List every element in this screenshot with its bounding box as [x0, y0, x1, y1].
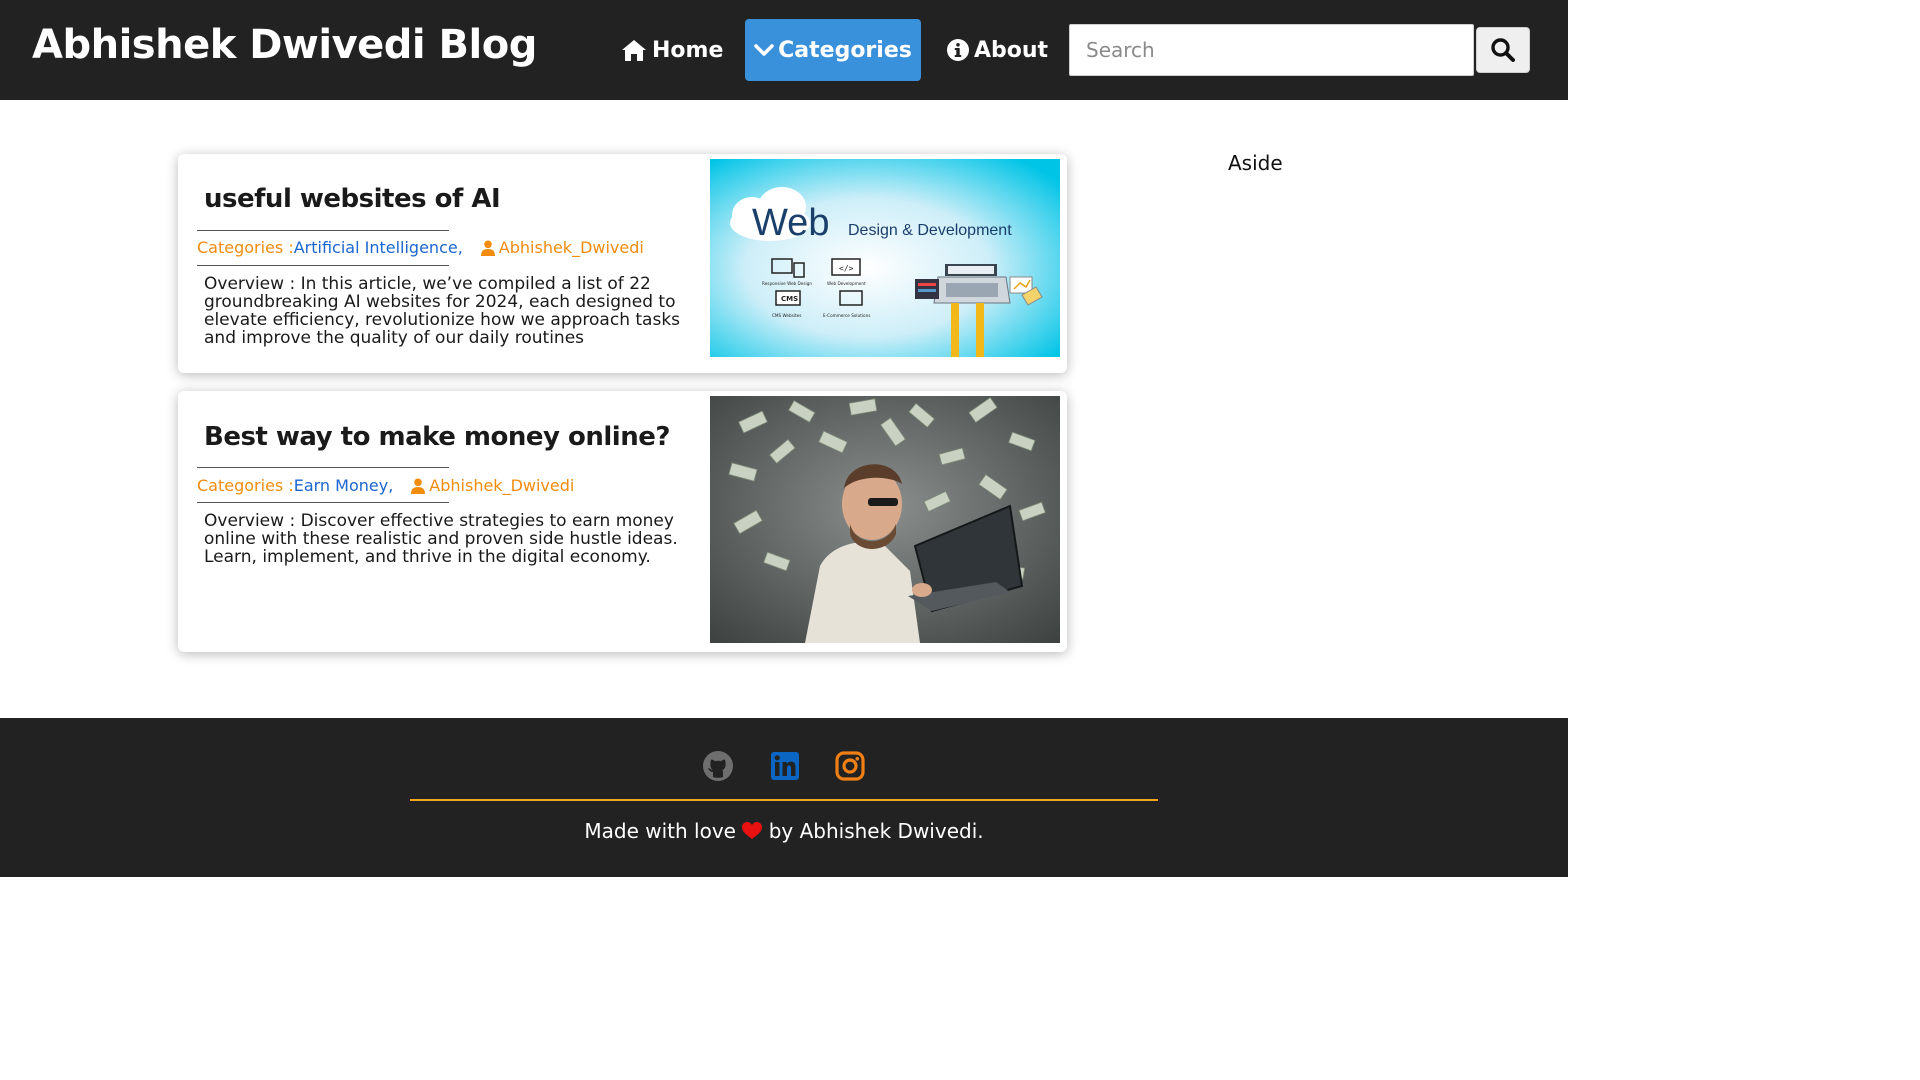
web-heading: Web: [752, 202, 829, 244]
footer-credit: Made with love by Abhishek Dwivedi.: [0, 819, 1568, 845]
chevron-down-icon: [754, 44, 774, 56]
site-footer: Made with love by Abhishek Dwivedi.: [0, 718, 1568, 877]
author-name: Abhishek_Dwivedi: [429, 476, 575, 495]
label-web-dev: Web Development: [827, 281, 866, 286]
title-divider: [197, 230, 449, 231]
label-ecommerce: E-Commerce Solutions: [823, 313, 870, 318]
instagram-icon: [835, 751, 865, 781]
search-input[interactable]: [1069, 24, 1474, 76]
info-icon: [947, 39, 969, 61]
cms-glyph: CMS: [781, 295, 798, 303]
github-link[interactable]: [702, 750, 734, 782]
categories-label: Categories :: [197, 476, 294, 495]
author-link[interactable]: Abhishek_Dwivedi: [411, 476, 574, 495]
github-icon: [703, 751, 733, 781]
post-title[interactable]: useful websites of AI: [204, 184, 501, 214]
author-name: Abhishek_Dwivedi: [498, 238, 644, 257]
nav-categories[interactable]: Categories: [745, 19, 921, 81]
title-divider: [197, 467, 449, 468]
web-design-illustration: Web Design & Development </> Responsive …: [710, 159, 1060, 357]
nav-home[interactable]: Home: [620, 19, 723, 81]
linkedin-icon: [771, 752, 799, 780]
post-card[interactable]: useful websites of AI Categories : Artif…: [178, 154, 1067, 373]
meta-divider: [197, 502, 449, 503]
code-glyph: </>: [839, 264, 854, 273]
search-icon: [1491, 38, 1515, 62]
category-link[interactable]: Artificial Intelligence,: [294, 238, 463, 257]
meta-divider: [197, 265, 449, 266]
category-link[interactable]: Earn Money,: [294, 476, 394, 495]
post-overview: Overview : In this article, we’ve compil…: [204, 274, 681, 348]
post-meta: Categories : Artificial Intelligence, Ab…: [197, 238, 644, 257]
post-card[interactable]: Best way to make money online? Categorie…: [178, 391, 1067, 652]
post-card-text: useful websites of AI Categories : Artif…: [178, 154, 703, 373]
site-brand[interactable]: Abhishek Dwivedi Blog: [32, 22, 537, 68]
nav-about-label: About: [974, 37, 1049, 63]
nav-categories-label: Categories: [778, 37, 912, 63]
post-thumbnail[interactable]: [710, 396, 1060, 643]
user-icon: [411, 478, 426, 494]
aside-heading: Aside: [1228, 151, 1283, 175]
post-overview: Overview : Discover effective strategies…: [204, 511, 678, 567]
user-icon: [480, 240, 495, 256]
web-subheading: Design & Development: [848, 222, 1012, 239]
credit-text-before: Made with love: [584, 819, 736, 843]
home-icon: [622, 40, 646, 61]
linkedin-link[interactable]: [769, 750, 801, 782]
heart-icon: [742, 821, 763, 845]
money-laptop-photo: [710, 396, 1060, 643]
search-button[interactable]: [1476, 27, 1530, 73]
nav-home-label: Home: [652, 37, 724, 63]
author-link[interactable]: Abhishek_Dwivedi: [480, 238, 644, 257]
footer-divider: [410, 799, 1158, 801]
post-card-text: Best way to make money online? Categorie…: [178, 391, 703, 652]
post-thumbnail[interactable]: Web Design & Development </> Responsive …: [710, 159, 1060, 357]
categories-label: Categories :: [197, 238, 294, 257]
instagram-link[interactable]: [834, 750, 866, 782]
site-header: Abhishek Dwivedi Blog Home Categories Ab…: [0, 0, 1568, 100]
nav-about[interactable]: About: [946, 19, 1048, 81]
label-responsive: Responsive Web Design: [762, 281, 812, 286]
credit-text-after: by Abhishek Dwivedi.: [768, 819, 984, 843]
post-title[interactable]: Best way to make money online?: [204, 422, 670, 452]
post-meta: Categories : Earn Money, Abhishek_Dwived…: [197, 476, 574, 495]
label-cms: CMS Websites: [772, 313, 801, 318]
